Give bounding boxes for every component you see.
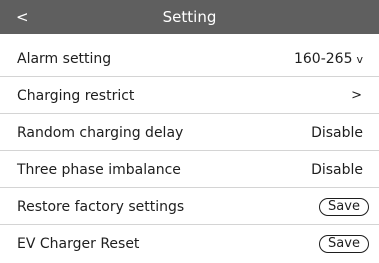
alarm-setting-row[interactable]: Alarm setting 160-265 v [0,41,379,77]
settings-screen: < Setting Alarm setting 160-265 v Chargin… [0,0,379,260]
reset-save-button[interactable]: Save [319,235,369,253]
chevron-down-icon: v [356,53,363,66]
restore-factory-settings-label: Restore factory settings [17,199,185,215]
ev-charger-reset-label: EV Charger Reset [17,236,140,252]
alarm-setting-range: 160-265 [293,51,353,67]
three-phase-imbalance-value[interactable]: Disable [311,152,363,188]
three-phase-imbalance-label: Three phase imbalance [17,162,181,178]
ev-charger-reset-row: EV Charger Reset Save [0,226,379,262]
charging-restrict-label: Charging restrict [17,88,135,104]
three-phase-imbalance-row[interactable]: Three phase imbalance Disable [0,152,379,188]
page-title: Setting [162,8,217,26]
restore-save-button[interactable]: Save [319,198,369,216]
chevron-right-icon[interactable]: > [351,78,362,114]
random-charging-delay-label: Random charging delay [17,125,184,141]
header-bar: < Setting [0,0,379,34]
random-charging-delay-value[interactable]: Disable [311,115,363,151]
random-charging-delay-row[interactable]: Random charging delay Disable [0,115,379,151]
settings-list: Alarm setting 160-265 v Charging restrict… [0,41,379,263]
restore-factory-settings-row: Restore factory settings Save [0,189,379,225]
alarm-setting-value[interactable]: 160-265 v [294,41,363,78]
alarm-setting-label: Alarm setting [17,51,112,67]
charging-restrict-row[interactable]: Charging restrict > [0,78,379,114]
